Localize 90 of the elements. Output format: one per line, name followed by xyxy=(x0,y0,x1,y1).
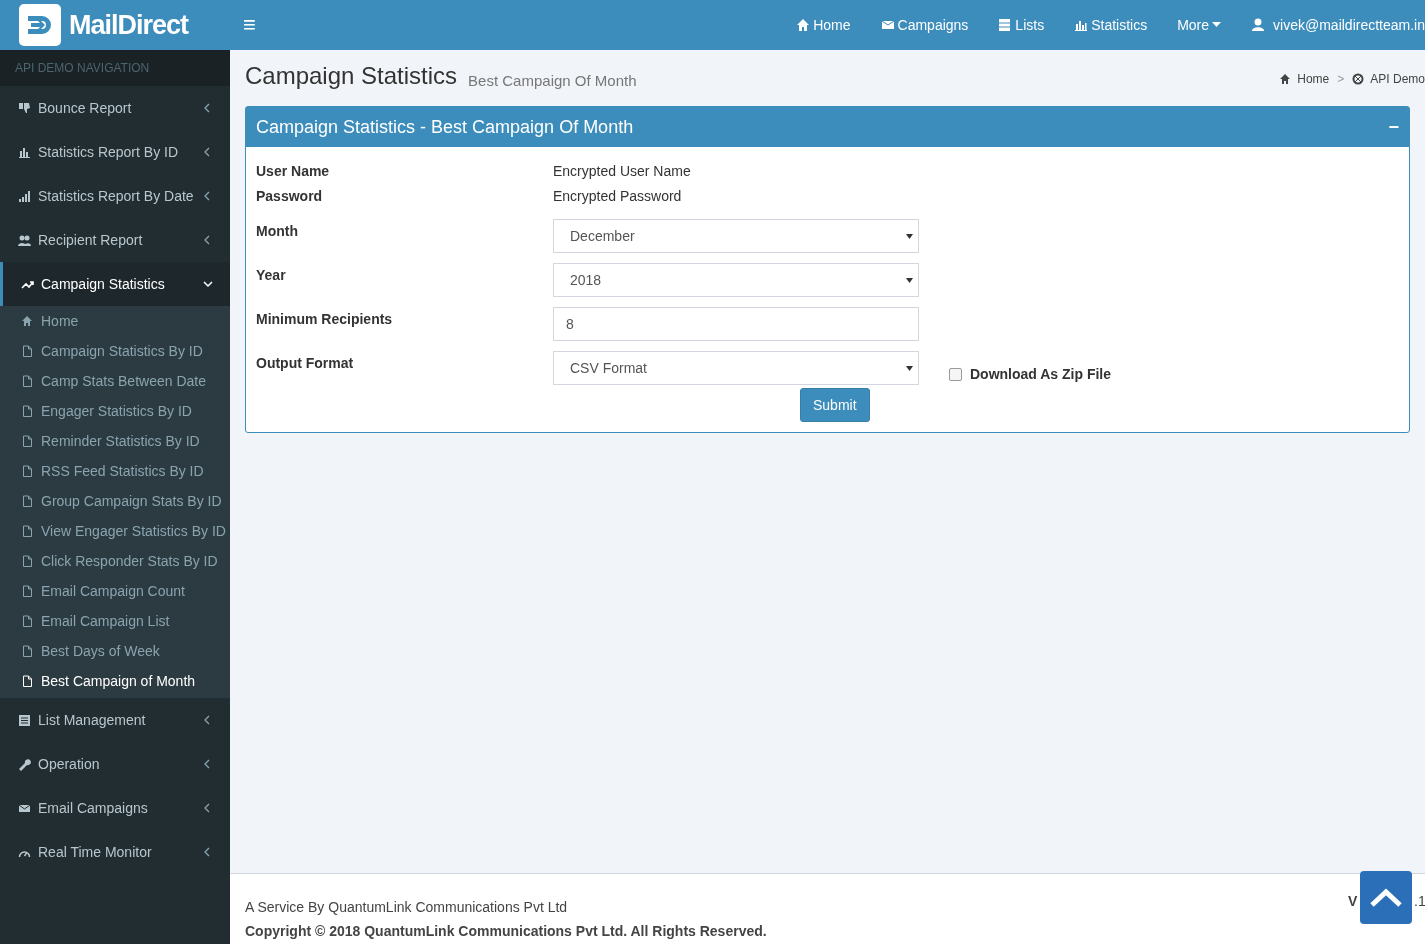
file-icon xyxy=(21,375,33,387)
user-icon xyxy=(1251,18,1266,32)
file-icon xyxy=(21,675,33,687)
sidebar-item[interactable]: List Management xyxy=(0,698,230,742)
select-field[interactable]: CSV Format xyxy=(553,351,919,385)
submenu-item[interactable]: Campaign Statistics By ID xyxy=(0,336,230,366)
sidebar-item[interactable]: Real Time Monitor xyxy=(0,830,230,874)
caret-down-icon xyxy=(906,233,913,239)
nav-link[interactable]: Statistics xyxy=(1059,14,1163,36)
submenu-item[interactable]: Click Responder Stats By ID xyxy=(0,546,230,576)
select-field[interactable]: 2018 xyxy=(553,263,919,297)
field-label: Year xyxy=(256,266,287,285)
nav-link[interactable]: Lists xyxy=(983,14,1060,36)
brand-name: MailDirect xyxy=(69,8,189,42)
submenu-item[interactable]: Camp Stats Between Date xyxy=(0,366,230,396)
logo-icon xyxy=(19,4,61,46)
envelope-icon xyxy=(880,18,895,32)
file-icon xyxy=(21,465,33,477)
submit-button[interactable]: Submit xyxy=(800,388,870,422)
copyright-text: Copyright © 2018 QuantumLink Communications Pvt Ltd. All Rights Reserved. xyxy=(245,922,767,941)
input-field[interactable]: 8 xyxy=(553,307,919,341)
bar-chart-icon xyxy=(18,145,31,159)
file-icon xyxy=(21,405,33,417)
checkbox[interactable] xyxy=(949,368,962,381)
users-icon xyxy=(18,233,31,247)
sidebar-header: API DEMO NAVIGATION xyxy=(15,60,150,77)
footer-text: A Service By QuantumLink Communications Pvt Ltd xyxy=(245,898,568,917)
submenu-item[interactable]: Group Campaign Stats By ID xyxy=(0,486,230,516)
chevron-up-icon xyxy=(1369,887,1403,908)
sidebar-item[interactable]: Statistics Report By ID xyxy=(0,130,230,174)
field-value: Encrypted Password xyxy=(553,187,682,206)
submenu-item[interactable]: Reminder Statistics By ID xyxy=(0,426,230,456)
field-value: Encrypted User Name xyxy=(553,162,691,181)
thumbs-down-icon xyxy=(18,101,31,115)
file-icon xyxy=(21,615,33,627)
breadcrumb-link[interactable]: Home xyxy=(1279,70,1330,88)
sidebar-item[interactable]: Campaign Statistics xyxy=(0,262,230,306)
page-title: Campaign Statistics xyxy=(245,61,458,91)
scroll-top-button[interactable] xyxy=(1360,871,1412,924)
submenu-item[interactable]: Home xyxy=(0,306,230,336)
field-label: User Name xyxy=(256,162,331,181)
version-text: .1 xyxy=(1414,892,1425,911)
signal-bars-icon xyxy=(18,189,31,203)
sidebar-item[interactable]: Bounce Report xyxy=(0,86,230,130)
nav-link[interactable]: Home xyxy=(781,14,866,36)
field-label: Minimum Recipients xyxy=(256,310,394,329)
breadcrumb-link[interactable]: API Demo xyxy=(1352,70,1425,88)
file-icon xyxy=(21,585,33,597)
version-text: V xyxy=(1348,892,1358,911)
field-label: Password xyxy=(256,187,324,206)
submenu-item[interactable]: Best Campaign of Month xyxy=(0,666,230,696)
bar-chart-icon xyxy=(1074,18,1089,32)
file-icon xyxy=(21,555,33,567)
field-label: Output Format xyxy=(256,354,355,373)
caret-down-icon xyxy=(906,277,913,283)
submenu-item[interactable]: Engager Statistics By ID xyxy=(0,396,230,426)
submenu-item[interactable]: View Engager Statistics By ID xyxy=(0,516,230,546)
field-label: Month xyxy=(256,222,299,241)
list-icon xyxy=(998,18,1013,32)
file-icon xyxy=(21,435,33,447)
panel-title: Campaign Statistics - Best Campaign Of Month xyxy=(256,115,634,139)
submenu-item[interactable]: Email Campaign Count xyxy=(0,576,230,606)
nav-link[interactable]: Campaigns xyxy=(865,14,984,36)
wrench-icon xyxy=(18,757,31,771)
page-subtitle: Best Campaign Of Month xyxy=(468,70,637,91)
file-icon xyxy=(21,345,33,357)
file-icon xyxy=(21,645,33,657)
checkbox-label: Download As Zip File xyxy=(970,365,1112,384)
sidebar-item[interactable]: Statistics Report By Date xyxy=(0,174,230,218)
chevron-down-icon xyxy=(203,279,213,289)
submenu-item[interactable]: Best Days of Week xyxy=(0,636,230,666)
submenu-item[interactable]: Email Campaign List xyxy=(0,606,230,636)
list-icon xyxy=(18,713,31,727)
caret-down-icon xyxy=(906,365,913,371)
breadcrumb-separator: > xyxy=(1337,71,1345,88)
menu-button[interactable]: ≡ xyxy=(243,14,256,36)
sidebar-item[interactable]: Email Campaigns xyxy=(0,786,230,830)
house-icon xyxy=(21,315,33,327)
nav-link[interactable]: More xyxy=(1162,14,1237,36)
file-icon xyxy=(21,495,33,507)
sidebar-item[interactable]: Operation xyxy=(0,742,230,786)
select-field[interactable]: December xyxy=(553,219,919,253)
nav-link[interactable]: vivek@maildirectteam.in xyxy=(1236,14,1425,36)
house-icon xyxy=(796,18,811,32)
house-icon xyxy=(1279,73,1292,85)
lifebuoy-icon xyxy=(1352,73,1365,85)
sidebar-item[interactable]: Recipient Report xyxy=(0,218,230,262)
submenu-item[interactable]: RSS Feed Statistics By ID xyxy=(0,456,230,486)
collapse-button[interactable]: − xyxy=(1388,118,1399,136)
file-icon xyxy=(21,525,33,537)
